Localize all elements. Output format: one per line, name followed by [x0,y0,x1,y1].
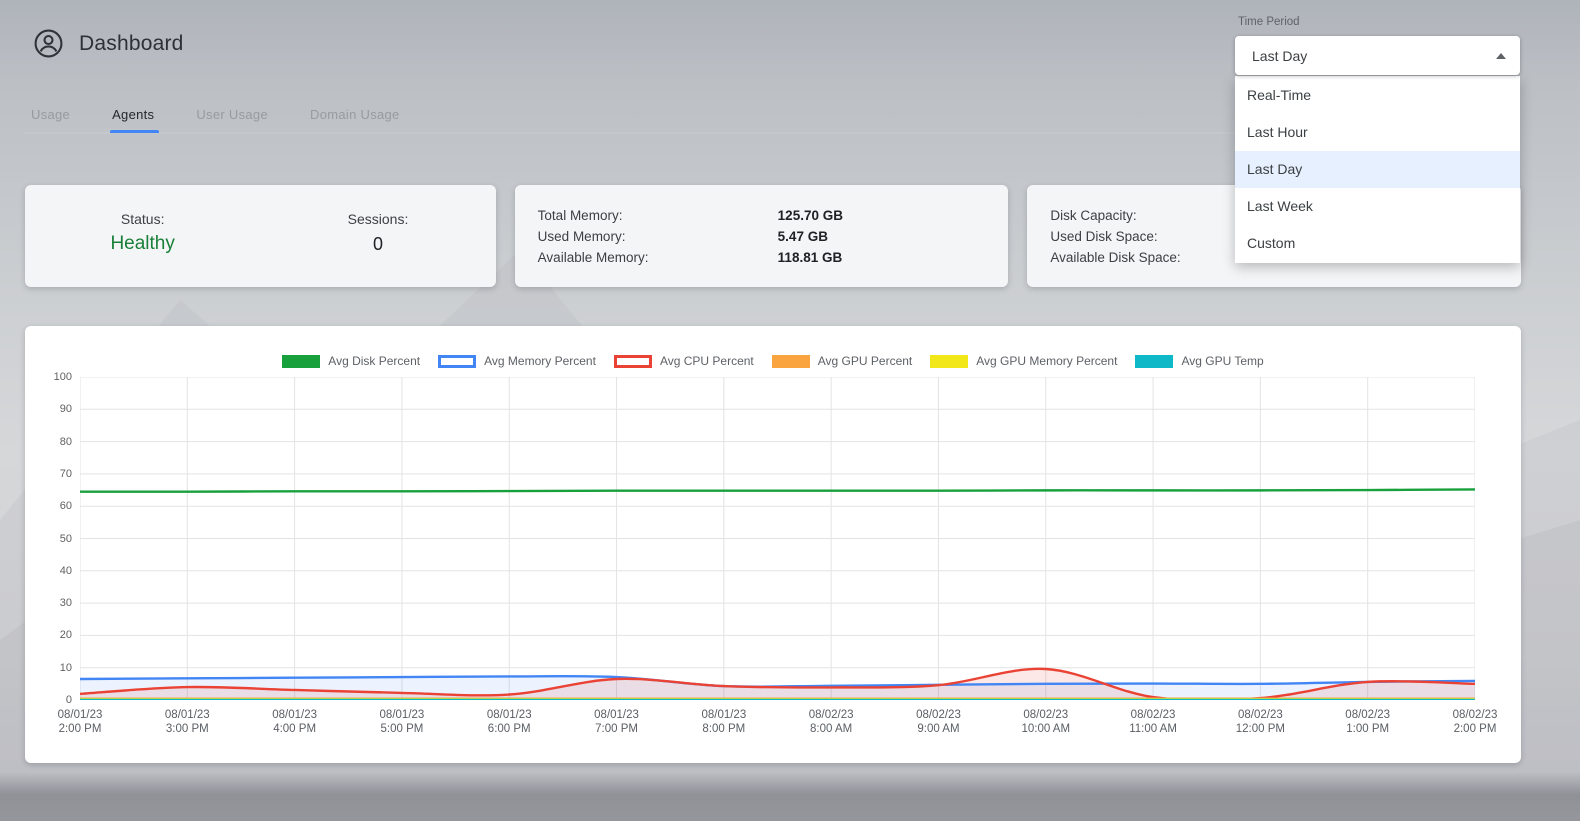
y-tick-label: 0 [66,694,72,706]
y-tick-label: 40 [60,565,72,577]
time-period-menu: Real-Time Last Hour Last Day Last Week C… [1235,76,1520,263]
memory-row-total: Total Memory: 125.70 GB [538,205,1009,226]
legend-label: Avg GPU Percent [818,354,913,368]
chart-plot-area [80,377,1475,700]
x-tick-label: 08/01/233:00 PM [165,708,210,736]
legend-label: Avg Memory Percent [484,354,596,368]
used-memory-value: 5.47 GB [778,229,1009,244]
usage-chart-card: Avg Disk Percent Avg Memory Percent Avg … [25,326,1521,763]
x-tick-label: 08/02/2311:00 AM [1129,708,1177,736]
legend-label: Avg Disk Percent [328,354,420,368]
legend-item[interactable]: Avg GPU Memory Percent [930,354,1117,368]
dashboard-page: Dashboard Time Period Last Day Real-Time… [0,0,1580,821]
status-value: Healthy [25,233,260,255]
legend-item[interactable]: Avg GPU Temp [1135,354,1263,368]
legend-swatch [930,355,968,368]
menu-item-last-day[interactable]: Last Day [1235,151,1520,188]
x-tick-label: 08/01/234:00 PM [272,708,317,736]
legend-label: Avg GPU Temp [1181,354,1263,368]
x-tick-label: 08/02/238:00 AM [809,708,854,736]
x-tick-label: 08/02/232:00 PM [1453,708,1498,736]
legend-label: Avg GPU Memory Percent [976,354,1117,368]
legend-item[interactable]: Avg GPU Percent [772,354,913,368]
menu-item-last-hour[interactable]: Last Hour [1235,114,1520,151]
x-tick-label: 08/01/236:00 PM [487,708,532,736]
menu-item-custom[interactable]: Custom [1235,225,1520,262]
y-tick-label: 100 [54,371,72,383]
memory-row-used: Used Memory: 5.47 GB [538,226,1009,247]
chart-legend: Avg Disk Percent Avg Memory Percent Avg … [25,354,1521,368]
x-tick-label: 08/02/239:00 AM [916,708,961,736]
chart-plot-svg [80,377,1475,700]
status-label: Status: [25,211,260,227]
tab-agents[interactable]: Agents [112,95,154,133]
legend-swatch [614,355,652,368]
tab-bar: Usage Agents User Usage Domain Usage [31,95,400,133]
used-memory-label: Used Memory: [538,229,778,244]
memory-row-available: Available Memory: 118.81 GB [538,247,1009,268]
user-avatar-icon[interactable] [33,28,64,59]
legend-swatch [1135,355,1173,368]
y-tick-label: 10 [60,662,72,674]
time-period-label: Time Period [1238,16,1300,28]
chevron-up-icon [1496,53,1506,59]
memory-card: Total Memory: 125.70 GB Used Memory: 5.4… [515,185,1009,287]
y-tick-label: 50 [60,533,72,545]
legend-item[interactable]: Avg CPU Percent [614,354,754,368]
legend-item[interactable]: Avg Memory Percent [438,354,596,368]
y-axis-labels: 0102030405060708090100 [25,377,72,700]
y-tick-label: 30 [60,597,72,609]
legend-swatch [438,355,476,368]
time-period-select[interactable]: Last Day [1235,36,1520,75]
page-title: Dashboard [79,32,184,56]
y-tick-label: 20 [60,629,72,641]
x-axis-labels: 08/01/232:00 PM08/01/233:00 PM08/01/234:… [80,708,1475,738]
total-memory-label: Total Memory: [538,208,778,223]
legend-label: Avg CPU Percent [660,354,754,368]
x-tick-label: 08/02/231:00 PM [1345,708,1390,736]
status-card: Status: Healthy Sessions: 0 [25,185,496,287]
time-period-selected-value: Last Day [1252,48,1496,64]
sessions-value: 0 [260,234,495,255]
legend-swatch [772,355,810,368]
tab-usage[interactable]: Usage [31,95,70,133]
available-memory-label: Available Memory: [538,250,778,265]
y-tick-label: 90 [60,403,72,415]
x-tick-label: 08/02/2310:00 AM [1021,708,1070,736]
total-memory-value: 125.70 GB [778,208,1009,223]
x-tick-label: 08/02/2312:00 PM [1236,708,1285,736]
menu-item-real-time[interactable]: Real-Time [1235,77,1520,114]
tab-domain-usage[interactable]: Domain Usage [310,95,400,133]
x-tick-label: 08/01/235:00 PM [380,708,425,736]
x-tick-label: 08/01/238:00 PM [701,708,746,736]
sessions-label: Sessions: [260,211,495,227]
header: Dashboard [33,28,184,59]
tab-user-usage[interactable]: User Usage [196,95,268,133]
x-tick-label: 08/01/237:00 PM [594,708,639,736]
y-tick-label: 60 [60,500,72,512]
legend-swatch [282,355,320,368]
status-column: Status: Healthy [25,211,260,287]
available-memory-value: 118.81 GB [778,250,1009,265]
y-tick-label: 80 [60,436,72,448]
legend-item[interactable]: Avg Disk Percent [282,354,420,368]
menu-item-last-week[interactable]: Last Week [1235,188,1520,225]
sessions-column: Sessions: 0 [260,211,495,287]
y-tick-label: 70 [60,468,72,480]
x-tick-label: 08/01/232:00 PM [58,708,103,736]
